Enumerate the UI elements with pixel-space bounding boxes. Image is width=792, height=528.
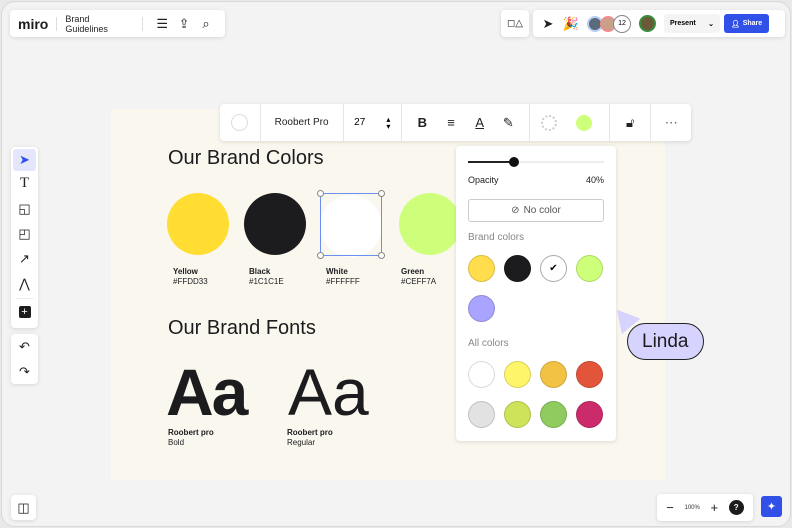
swatch-green[interactable]: [399, 193, 461, 255]
color-label: Yellow #FFDD33: [173, 267, 208, 286]
add-more-icon[interactable]: +: [18, 301, 31, 323]
brand-colors-grid: ✔: [468, 255, 604, 322]
color-label: Black #1C1C1E: [249, 267, 284, 286]
board-title[interactable]: Brand Guidelines: [65, 14, 134, 34]
brand-colors-label: Brand colors: [468, 232, 525, 243]
font-sample-bold: Aa: [166, 355, 248, 429]
board-header: miro Brand Guidelines ☰ ⇪ ⌕: [10, 10, 225, 37]
text-tool-icon[interactable]: T: [20, 171, 29, 196]
sticky-note-icon[interactable]: ◱: [18, 196, 30, 221]
history-toolbar: ↶ ↷: [11, 334, 38, 384]
font-size-stepper[interactable]: 27 ▴ ▾: [344, 114, 401, 131]
format-toolbar: Roobert Pro 27 ▴ ▾ B ≡ A ✎ 🔓︎ ⋯: [220, 103, 691, 142]
chevron-down-icon: ⌄: [708, 20, 714, 28]
avatar[interactable]: [639, 15, 656, 32]
connector-arrow-icon[interactable]: ↗: [19, 246, 30, 271]
text-color-icon[interactable]: A: [465, 115, 494, 130]
border-color-button[interactable]: [530, 114, 570, 131]
color-swatch[interactable]: [504, 401, 531, 428]
font-select[interactable]: Roobert Pro: [261, 117, 343, 128]
app-window: Our Brand Colors Yellow #FFDD33 Black #1C1…: [1, 1, 791, 527]
opacity-slider[interactable]: [468, 157, 604, 167]
panel-icon: ◫: [17, 499, 30, 515]
help-icon[interactable]: ?: [728, 500, 744, 515]
celebrate-icon[interactable]: 🎉: [559, 16, 583, 32]
opacity-value: 40%: [585, 175, 604, 185]
zoom-controls: − 100% + ?: [657, 494, 753, 521]
font-label: Roobert pro Bold: [168, 428, 214, 447]
color-swatch[interactable]: [576, 255, 603, 282]
ai-assist-icon[interactable]: ✦: [761, 496, 782, 517]
color-swatch[interactable]: [576, 361, 603, 388]
no-color-icon: ⊘: [511, 205, 520, 216]
all-colors-grid: [468, 361, 604, 428]
font-label: Roobert pro Regular: [287, 428, 333, 447]
slider-thumb[interactable]: [509, 157, 519, 167]
fill-color-button[interactable]: [569, 114, 599, 131]
color-label: White #FFFFFF: [326, 267, 360, 286]
zoom-level[interactable]: 100%: [685, 505, 700, 511]
align-center-icon[interactable]: ≡: [437, 115, 466, 130]
present-button[interactable]: Present ⌄: [664, 14, 720, 33]
shapes-button[interactable]: ◻△: [501, 10, 529, 37]
pen-tool-icon[interactable]: ⋀: [19, 271, 30, 296]
color-label: Green #CEFF7A: [401, 267, 437, 286]
selection-box[interactable]: [317, 190, 385, 259]
search-icon[interactable]: ⌕: [195, 16, 217, 32]
color-swatch[interactable]: [540, 361, 567, 388]
undo-icon[interactable]: ↶: [19, 339, 30, 355]
all-colors-label: All colors: [468, 338, 509, 349]
collab-toolbar: ➤ 🎉 12 Present ⌄ 👤︎ Share: [533, 10, 785, 37]
shapes-tool-icon[interactable]: ◰: [18, 221, 30, 246]
swatch-black[interactable]: [244, 193, 306, 255]
collaborator-count[interactable]: 12: [613, 14, 631, 33]
fonts-heading: Our Brand Fonts: [168, 317, 316, 339]
shapes-icon: ◻△: [507, 18, 523, 29]
cursor-follow-icon[interactable]: ➤: [537, 16, 559, 32]
opacity-label: Opacity: [468, 175, 499, 185]
menu-icon[interactable]: ☰: [151, 16, 173, 32]
color-swatch[interactable]: ✔: [540, 255, 567, 282]
color-swatch[interactable]: [504, 361, 531, 388]
upload-icon[interactable]: ⇪: [173, 16, 195, 32]
font-sample-regular: Aa: [288, 355, 369, 429]
redo-icon[interactable]: ↷: [19, 364, 30, 380]
user-icon: 👤︎: [730, 20, 740, 28]
miro-logo[interactable]: miro: [18, 16, 48, 32]
tools-toolbar: ➤ T ◱ ◰ ↗ ⋀ +: [11, 147, 38, 328]
color-swatch[interactable]: [468, 361, 495, 388]
no-color-button[interactable]: ⊘ No color: [468, 199, 604, 222]
color-swatch[interactable]: [504, 255, 531, 282]
lock-icon[interactable]: 🔓︎: [610, 115, 651, 131]
colors-heading: Our Brand Colors: [168, 147, 324, 169]
fill-button[interactable]: [220, 114, 260, 131]
color-swatch[interactable]: [540, 401, 567, 428]
color-swatch[interactable]: [468, 295, 495, 322]
bold-icon[interactable]: B: [408, 115, 437, 130]
zoom-in-icon[interactable]: +: [710, 500, 718, 515]
zoom-out-icon[interactable]: −: [666, 500, 674, 515]
sidebar-toggle-button[interactable]: ◫: [11, 495, 36, 520]
highlight-icon[interactable]: ✎: [494, 115, 523, 131]
collaborator-cursor-label: Linda: [627, 323, 704, 360]
more-icon[interactable]: ⋯: [651, 115, 691, 131]
stepper-arrows-icon: ▴ ▾: [386, 114, 391, 131]
share-button[interactable]: 👤︎ Share: [724, 14, 769, 33]
color-swatch[interactable]: [468, 401, 495, 428]
select-tool-icon[interactable]: ➤: [13, 149, 36, 171]
color-picker: Opacity 40% ⊘ No color Brand colors ✔ All …: [456, 146, 616, 441]
color-swatch[interactable]: [468, 255, 495, 282]
swatch-yellow[interactable]: [167, 193, 229, 255]
color-swatch[interactable]: [576, 401, 603, 428]
